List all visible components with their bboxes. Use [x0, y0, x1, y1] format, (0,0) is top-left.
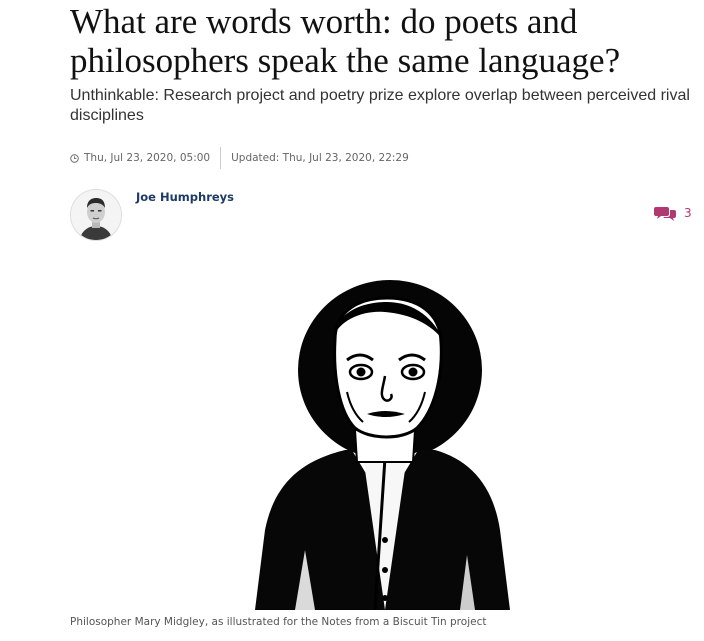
speech-bubbles-icon — [654, 207, 676, 221]
meta-divider — [220, 147, 222, 169]
image-caption: Philosopher Mary Midgley, as illustrated… — [70, 616, 487, 628]
lead-illustration[interactable] — [235, 280, 535, 610]
author-avatar[interactable] — [70, 189, 122, 241]
author-link[interactable]: Joe Humphreys — [136, 190, 234, 204]
updated-date: Updated: Thu, Jul 23, 2020, 22:29 — [231, 152, 409, 164]
headline: What are words worth: do poets and philo… — [70, 2, 621, 80]
published-date: Thu, Jul 23, 2020, 05:00 — [84, 152, 211, 164]
comment-count: 3 — [684, 206, 692, 220]
comments-link[interactable]: 3 — [654, 205, 692, 221]
clock-icon — [70, 153, 79, 163]
standfirst: Unthinkable: Research project and poetry… — [70, 87, 690, 124]
article-meta: Thu, Jul 23, 2020, 05:00 Updated: Thu, J… — [70, 146, 409, 170]
author-photo — [71, 190, 121, 240]
